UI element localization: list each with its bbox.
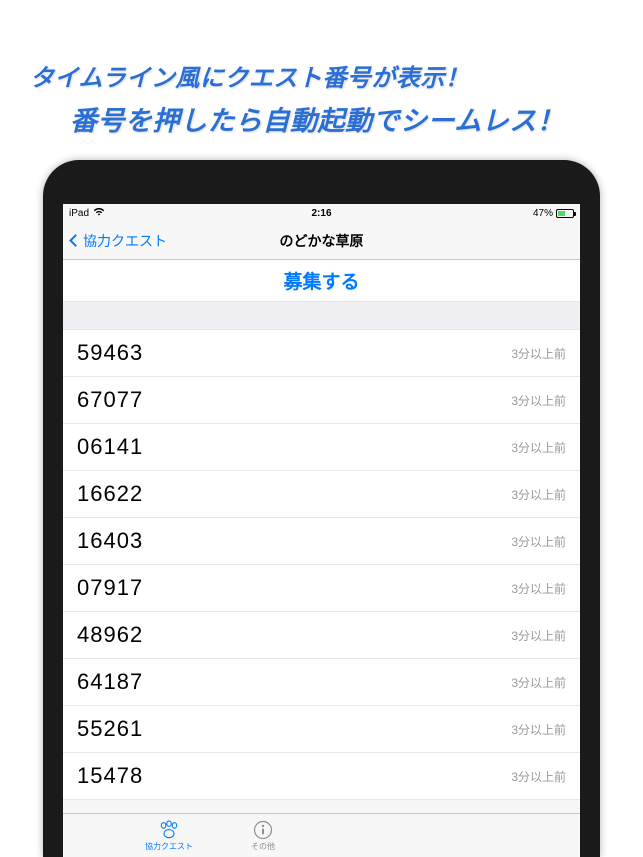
quest-row[interactable]: 15478 3分以上前: [63, 753, 580, 800]
quest-row[interactable]: 67077 3分以上前: [63, 377, 580, 424]
quest-number: 67077: [77, 387, 143, 413]
quest-row[interactable]: 16403 3分以上前: [63, 518, 580, 565]
status-right: 47%: [533, 208, 574, 219]
ipad-device-frame: iPad 2:16 47% 協力クエスト のどかな草原 募集する: [43, 160, 600, 857]
quest-number: 64187: [77, 669, 143, 695]
quest-row[interactable]: 64187 3分以上前: [63, 659, 580, 706]
section-gap: [63, 302, 580, 330]
quest-row[interactable]: 59463 3分以上前: [63, 330, 580, 377]
quest-number: 16403: [77, 528, 143, 554]
quest-timestamp: 3分以上前: [511, 627, 566, 644]
battery-icon: [556, 209, 574, 218]
quest-timestamp: 3分以上前: [511, 439, 566, 456]
back-button[interactable]: 協力クエスト: [71, 231, 167, 251]
tab-bar: 協力クエスト その他: [63, 813, 580, 857]
quest-timestamp: 3分以上前: [511, 768, 566, 785]
quest-timestamp: 3分以上前: [511, 721, 566, 738]
quest-number: 48962: [77, 622, 143, 648]
recruit-bar: 募集する: [63, 260, 580, 302]
wifi-icon: [93, 207, 105, 219]
battery-percent: 47%: [533, 208, 553, 219]
promo-overlay: タイムライン風にクエスト番号が表示！ 番号を押したら自動起動でシームレス！: [0, 58, 643, 138]
quest-number: 15478: [77, 763, 143, 789]
tab-other[interactable]: その他: [251, 820, 275, 852]
quest-row[interactable]: 16622 3分以上前: [63, 471, 580, 518]
quest-timestamp: 3分以上前: [511, 580, 566, 597]
quest-row[interactable]: 07917 3分以上前: [63, 565, 580, 612]
navigation-bar: 協力クエスト のどかな草原: [63, 222, 580, 260]
quest-number: 55261: [77, 716, 143, 742]
quest-timestamp: 3分以上前: [511, 345, 566, 362]
quest-number: 59463: [77, 340, 143, 366]
status-time: 2:16: [311, 208, 331, 219]
page-title: のどかな草原: [280, 231, 364, 251]
status-left: iPad: [69, 207, 105, 219]
quest-number: 06141: [77, 434, 143, 460]
quest-number: 16622: [77, 481, 143, 507]
quest-number: 07917: [77, 575, 143, 601]
quest-list: 59463 3分以上前 67077 3分以上前 06141 3分以上前 1662…: [63, 330, 580, 800]
quest-timestamp: 3分以上前: [511, 533, 566, 550]
quest-row[interactable]: 55261 3分以上前: [63, 706, 580, 753]
device-screen: iPad 2:16 47% 協力クエスト のどかな草原 募集する: [63, 204, 580, 857]
paw-icon: [158, 820, 180, 840]
tab-label: その他: [251, 841, 275, 852]
quest-row[interactable]: 48962 3分以上前: [63, 612, 580, 659]
carrier-label: iPad: [69, 208, 89, 219]
tab-label: 協力クエスト: [145, 841, 193, 852]
tab-coop-quest[interactable]: 協力クエスト: [145, 820, 193, 852]
quest-row[interactable]: 06141 3分以上前: [63, 424, 580, 471]
quest-timestamp: 3分以上前: [511, 486, 566, 503]
chevron-left-icon: [69, 234, 82, 247]
quest-timestamp: 3分以上前: [511, 392, 566, 409]
status-bar: iPad 2:16 47%: [63, 204, 580, 222]
recruit-button[interactable]: 募集する: [283, 267, 359, 294]
back-label: 協力クエスト: [83, 231, 167, 251]
info-icon: [253, 820, 273, 840]
promo-line-2: 番号を押したら自動起動でシームレス！: [30, 99, 643, 138]
quest-timestamp: 3分以上前: [511, 674, 566, 691]
promo-line-1: タイムライン風にクエスト番号が表示！: [30, 58, 643, 93]
